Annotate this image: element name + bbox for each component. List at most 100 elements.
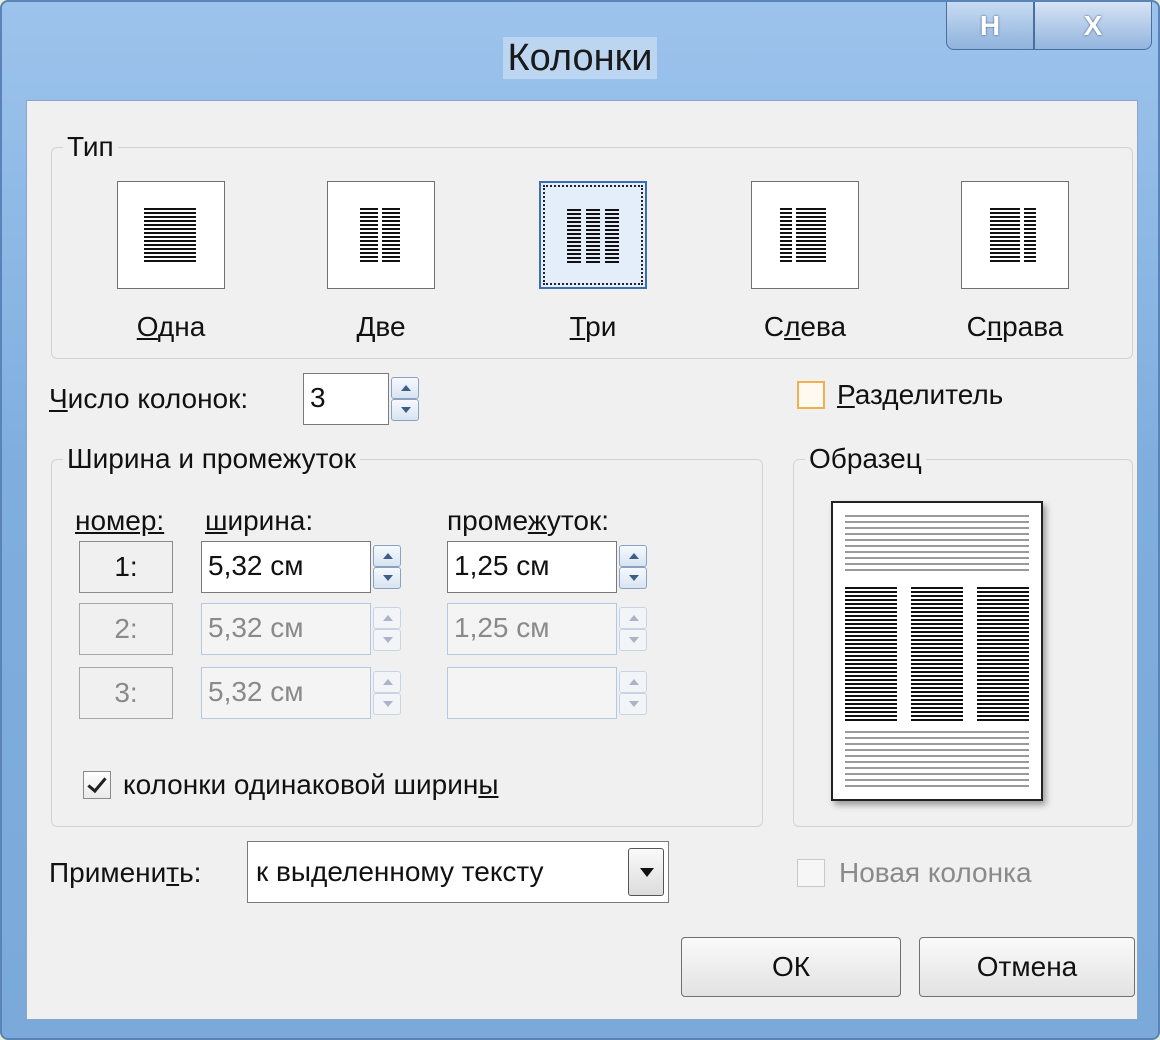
width-spinner-2[interactable] — [373, 607, 401, 651]
spin-up-icon[interactable] — [373, 671, 401, 693]
preview-line — [977, 659, 1029, 661]
width-spinner-1[interactable] — [373, 545, 401, 589]
layout-line — [1024, 232, 1036, 234]
column-count-input[interactable]: 3 — [303, 373, 389, 425]
layout-line — [586, 245, 600, 247]
layout-line — [1024, 252, 1036, 254]
preset-5[interactable] — [961, 181, 1069, 289]
layout-line — [780, 260, 792, 262]
preset-2[interactable] — [327, 181, 435, 289]
spin-up-icon[interactable] — [619, 607, 647, 629]
spin-down-icon[interactable] — [391, 399, 419, 421]
type-group-label: Тип — [63, 131, 118, 163]
preview-line — [845, 539, 1029, 541]
layout-line — [605, 249, 619, 251]
layout-line — [990, 208, 1020, 210]
new-column-checkbox[interactable] — [797, 859, 825, 887]
spacing-input-1[interactable]: 1,25 см — [447, 541, 617, 593]
apply-combo[interactable]: к выделенному тексту — [247, 841, 669, 903]
spin-down-icon[interactable] — [373, 567, 401, 589]
spin-down-icon[interactable] — [373, 629, 401, 651]
layout-line — [780, 244, 792, 246]
layout-line — [796, 252, 826, 254]
ok-button[interactable]: ОК — [681, 937, 901, 997]
layout-line — [586, 213, 600, 215]
width-input-2[interactable]: 5,32 см — [201, 603, 371, 655]
preview-line — [977, 667, 1029, 669]
spin-down-icon[interactable] — [373, 693, 401, 715]
layout-line — [1024, 228, 1036, 230]
preset-4[interactable] — [751, 181, 859, 289]
spin-up-icon[interactable] — [619, 545, 647, 567]
preview-line — [911, 627, 963, 629]
layout-line — [1024, 256, 1036, 258]
layout-line — [586, 229, 600, 231]
cancel-button[interactable]: Отмена — [919, 937, 1135, 997]
preview-line — [977, 591, 1029, 593]
layout-line — [144, 228, 196, 230]
layout-line — [567, 253, 581, 255]
preset-3[interactable] — [539, 181, 647, 289]
layout-line — [990, 240, 1020, 242]
layout-line — [382, 240, 400, 242]
help-button[interactable]: H — [946, 2, 1034, 50]
preview-line — [845, 615, 897, 617]
preview-line — [845, 651, 897, 653]
preview-line — [845, 671, 897, 673]
preview-line — [911, 675, 963, 677]
spacing-spinner-2[interactable] — [619, 607, 647, 651]
preview-line — [977, 683, 1029, 685]
width-input-1[interactable]: 5,32 см — [201, 541, 371, 593]
preview-line — [845, 647, 897, 649]
layout-line — [586, 233, 600, 235]
chevron-down-icon[interactable] — [628, 848, 664, 896]
preview-line — [911, 695, 963, 697]
spin-down-icon[interactable] — [619, 693, 647, 715]
layout-line — [780, 228, 792, 230]
layout-line — [796, 256, 826, 258]
spacing-input-3[interactable] — [447, 667, 617, 719]
column-count-spinner[interactable] — [391, 377, 419, 421]
apply-label: Применить: — [49, 857, 202, 888]
spacing-spinner-3[interactable] — [619, 671, 647, 715]
layout-line — [382, 236, 400, 238]
preview-line — [845, 631, 897, 633]
preview-line — [977, 711, 1029, 713]
width-input-3[interactable]: 5,32 см — [201, 667, 371, 719]
preview-line — [911, 683, 963, 685]
preview-line — [977, 635, 1029, 637]
layout-line — [360, 220, 378, 222]
preview-line — [911, 623, 963, 625]
preview-line — [911, 659, 963, 661]
equal-width-label: колонки одинаковой ширины — [123, 769, 499, 800]
spin-down-icon[interactable] — [619, 629, 647, 651]
spin-down-icon[interactable] — [619, 567, 647, 589]
preview-line — [977, 607, 1029, 609]
layout-line — [605, 257, 619, 259]
preview-line — [911, 631, 963, 633]
spin-up-icon[interactable] — [373, 607, 401, 629]
preset-label-3: Три — [569, 311, 617, 342]
preview-line — [977, 671, 1029, 673]
header-width: ширина: — [205, 505, 314, 536]
layout-line — [567, 257, 581, 259]
dialog-client: Тип Одна Две Три Слева Справа Число колонок:… — [26, 100, 1138, 1020]
preview-line — [911, 715, 963, 717]
preview-line — [911, 671, 963, 673]
layout-line — [796, 216, 826, 218]
width-spinner-3[interactable] — [373, 671, 401, 715]
close-button[interactable]: X — [1034, 2, 1152, 50]
preview-line — [845, 545, 1029, 547]
spacing-input-2[interactable]: 1,25 см — [447, 603, 617, 655]
spin-up-icon[interactable] — [619, 671, 647, 693]
preset-1[interactable] — [117, 181, 225, 289]
spin-up-icon[interactable] — [373, 545, 401, 567]
equal-width-checkbox[interactable] — [83, 771, 111, 799]
preview-line — [977, 611, 1029, 613]
header-spacing: промежуток: — [447, 505, 609, 536]
separator-checkbox[interactable] — [797, 381, 825, 409]
spacing-spinner-1[interactable] — [619, 545, 647, 589]
layout-line — [567, 209, 581, 211]
spin-up-icon[interactable] — [391, 377, 419, 399]
preview-line — [845, 761, 1029, 763]
